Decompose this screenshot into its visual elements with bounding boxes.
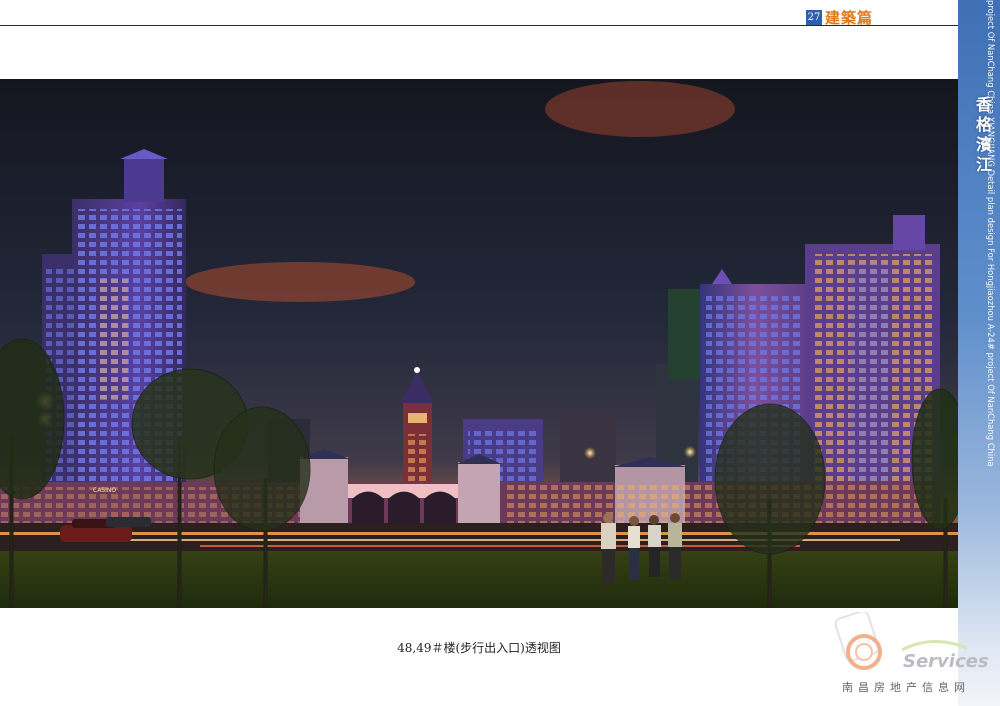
watermark-word: Services: [903, 651, 989, 672]
casino-sign: CASINO: [93, 487, 116, 494]
architectural-rendering: CASINO: [0, 79, 958, 608]
watermark-subtitle: 南昌房地产信息网: [842, 681, 970, 694]
light-trail: [0, 532, 958, 535]
cloud: [185, 262, 415, 302]
page-number: 27: [806, 10, 822, 25]
street-lamp: [684, 446, 696, 458]
section-title: 建築篇: [825, 9, 874, 27]
light-trail: [200, 545, 800, 547]
figure-caption: 48,49＃楼(步行出入口)透视图: [397, 641, 561, 655]
lawn: [0, 551, 958, 608]
street-lamp: [584, 447, 596, 459]
car: [106, 517, 151, 527]
cloud: [545, 81, 735, 137]
background-building: [668, 289, 702, 379]
brand-vertical: 香格濱江: [973, 96, 992, 176]
top-rule: [0, 25, 958, 26]
